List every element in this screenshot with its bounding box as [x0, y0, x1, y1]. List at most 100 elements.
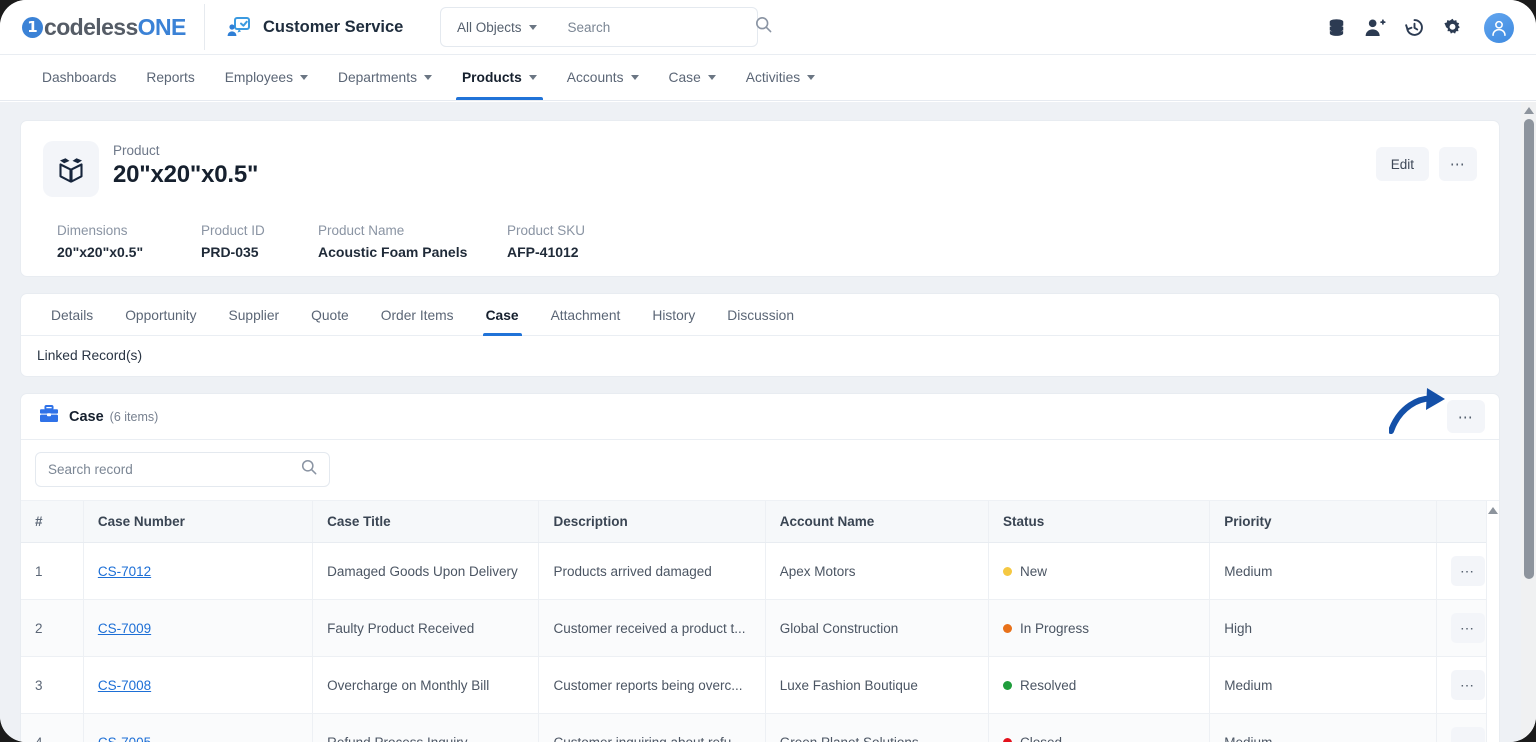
gear-icon[interactable] [1443, 18, 1462, 37]
table-row[interactable]: 3 CS-7008 Overcharge on Monthly Bill Custom… [21, 656, 1499, 714]
table-row[interactable]: 2 CS-7009 Faulty Product Received Customer … [21, 599, 1499, 657]
nav-label: Employees [224, 70, 293, 85]
cell-case-number[interactable]: CS-7012 [83, 542, 314, 600]
chevron-down-icon [299, 75, 308, 80]
tab-case[interactable]: Case [470, 294, 535, 336]
search-scope-dropdown[interactable]: All Objects [441, 20, 551, 35]
cell-status: Resolved [988, 656, 1211, 714]
related-list-header: Case (6 items) ⋯ [21, 388, 1499, 440]
cell-account-name: Apex Motors [765, 542, 990, 600]
main-nav: Dashboards Reports Employees Departments… [0, 55, 1536, 101]
search-input[interactable] [550, 19, 755, 35]
tab-attachment[interactable]: Attachment [535, 294, 637, 335]
nav-label: Accounts [566, 70, 624, 85]
cell-account-name: Global Construction [765, 599, 990, 657]
col-status[interactable]: Status [988, 501, 1211, 543]
search-icon[interactable] [301, 459, 317, 480]
edit-button[interactable]: Edit [1375, 147, 1429, 181]
case-number-link[interactable]: CS-7012 [98, 564, 151, 579]
tab-quote[interactable]: Quote [295, 294, 365, 335]
search-record-input[interactable] [36, 462, 301, 477]
cell-case-number[interactable]: CS-7005 [83, 713, 314, 742]
row-more-button[interactable]: ⋯ [1450, 556, 1485, 586]
case-number-link[interactable]: CS-7008 [98, 678, 151, 693]
field-label: Dimensions [57, 223, 128, 238]
avatar[interactable] [1484, 12, 1514, 43]
nav-item-case[interactable]: Case [654, 55, 731, 100]
field-label: Product Name [318, 223, 405, 238]
case-table-wrapper: # Case Number Case Title Description Acc… [21, 501, 1499, 742]
col-account-name[interactable]: Account Name [765, 501, 990, 543]
tab-supplier[interactable]: Supplier [213, 294, 296, 335]
table-header-row: # Case Number Case Title Description Acc… [21, 501, 1499, 543]
chevron-down-icon [707, 75, 716, 80]
page-scrollbar[interactable] [1521, 102, 1536, 742]
record-more-button[interactable]: ⋯ [1439, 147, 1477, 181]
record-tabs: Details Opportunity Supplier Quote Order… [21, 294, 1499, 336]
database-icon[interactable] [1327, 18, 1346, 37]
row-more-button[interactable]: ⋯ [1450, 670, 1485, 700]
tab-label: Quote [311, 308, 349, 323]
related-list-more-button[interactable]: ⋯ [1447, 400, 1485, 433]
cell-priority: Medium [1209, 656, 1437, 714]
brand-name-part2: ONE [137, 13, 187, 40]
cell-index: 1 [21, 542, 84, 600]
cell-status: New [988, 542, 1211, 600]
tab-label: Details [51, 308, 94, 323]
table-row[interactable]: 4 CS-7005 Refund Process Inquiry Customer i… [21, 713, 1499, 742]
record-header-card: Product 20"x20"x0.5" Edit ⋯ Dimensions 2… [20, 120, 1500, 277]
app-title[interactable]: Customer Service [205, 16, 403, 38]
record-search[interactable] [35, 452, 330, 487]
field-label: Product ID [201, 223, 265, 238]
case-number-link[interactable]: CS-7009 [98, 621, 151, 636]
row-more-button[interactable]: ⋯ [1450, 727, 1485, 742]
global-search[interactable]: All Objects [440, 7, 771, 47]
nav-item-employees[interactable]: Employees [210, 55, 323, 100]
scroll-up-arrow-icon[interactable] [1488, 507, 1498, 514]
one-circle-icon: 1 [22, 16, 43, 38]
history-icon[interactable] [1405, 18, 1424, 37]
brand-name: codelessONE [44, 14, 186, 41]
search-icon[interactable] [755, 16, 772, 38]
page-scrollbar-thumb[interactable] [1523, 119, 1534, 579]
nav-label: Reports [146, 70, 195, 85]
cell-case-number[interactable]: CS-7008 [83, 656, 314, 714]
col-description[interactable]: Description [538, 501, 766, 543]
cell-index: 3 [21, 656, 84, 714]
nav-item-departments[interactable]: Departments [323, 55, 447, 100]
col-index[interactable]: # [21, 501, 84, 543]
cell-case-number[interactable]: CS-7009 [83, 599, 314, 657]
add-user-icon[interactable] [1365, 18, 1386, 37]
page-content: Product 20"x20"x0.5" Edit ⋯ Dimensions 2… [0, 102, 1536, 742]
nav-label: Dashboards [42, 70, 117, 85]
tab-discussion[interactable]: Discussion [711, 294, 810, 335]
linked-records-label: Linked Record(s) [37, 348, 143, 363]
cell-case-title: Faulty Product Received [312, 599, 540, 657]
col-case-number[interactable]: Case Number [83, 501, 314, 543]
nav-item-dashboards[interactable]: Dashboards [27, 55, 131, 100]
briefcase-icon [39, 405, 59, 428]
table-row[interactable]: 1 CS-7012 Damaged Goods Upon Delivery Produ… [21, 542, 1499, 600]
row-more-button[interactable]: ⋯ [1450, 613, 1485, 643]
tab-history[interactable]: History [636, 294, 711, 335]
status-dot-icon [1003, 680, 1013, 690]
nav-label: Departments [337, 70, 417, 85]
col-case-title[interactable]: Case Title [312, 501, 540, 543]
annotation-arrow-icon [1388, 386, 1451, 439]
nav-item-products[interactable]: Products [447, 55, 552, 100]
case-number-link[interactable]: CS-7005 [98, 735, 151, 742]
cell-status: In Progress [988, 599, 1211, 657]
table-scrollbar[interactable] [1486, 501, 1499, 742]
nav-item-accounts[interactable]: Accounts [552, 55, 654, 100]
tab-order-items[interactable]: Order Items [365, 294, 470, 335]
status-dot-icon [1003, 566, 1013, 576]
related-list-search-row [21, 440, 1499, 501]
nav-item-reports[interactable]: Reports [131, 55, 209, 100]
tab-opportunity[interactable]: Opportunity [109, 294, 212, 335]
col-priority[interactable]: Priority [1209, 501, 1437, 543]
tab-details[interactable]: Details [35, 294, 109, 335]
tab-label: Supplier [228, 308, 280, 323]
nav-item-activities[interactable]: Activities [731, 55, 830, 100]
brand-logo[interactable]: 1 codelessONE [0, 14, 200, 41]
scroll-up-arrow-icon[interactable] [1523, 107, 1534, 114]
